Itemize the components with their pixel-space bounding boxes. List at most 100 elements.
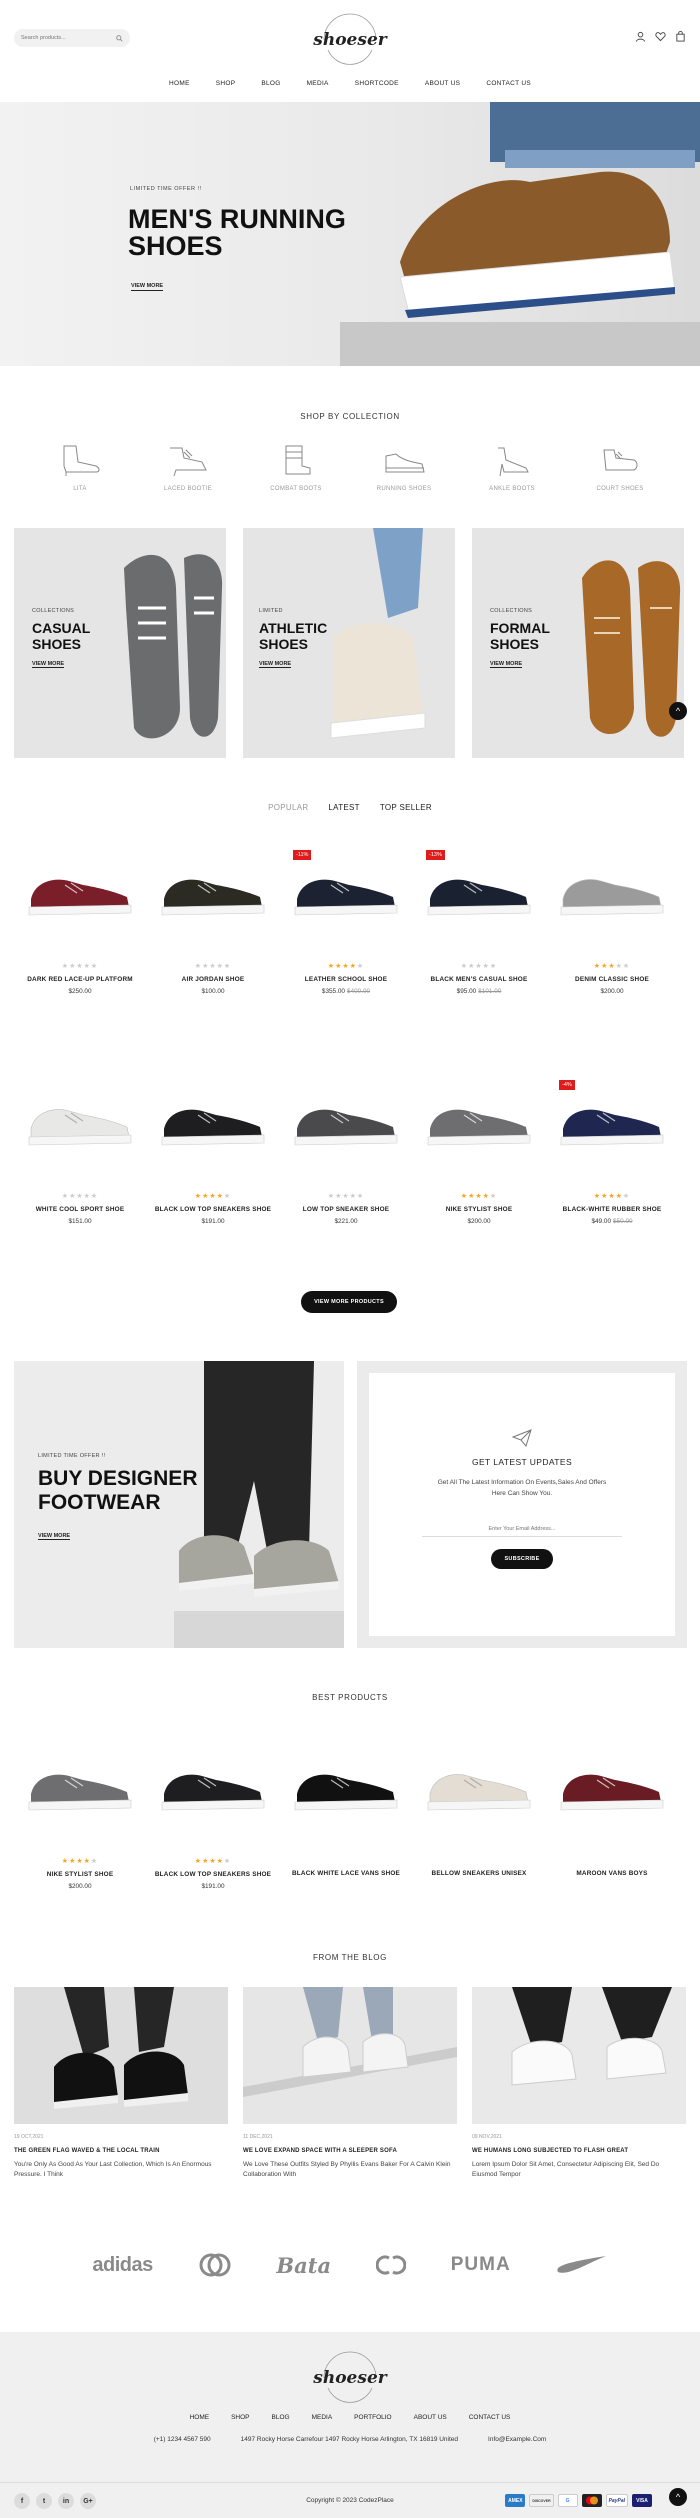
product-name[interactable]: LOW TOP SNEAKER SHOE: [303, 1206, 390, 1213]
best-product-card[interactable]: ★★★★★ NIKE STYLIST SHOE $200.00: [21, 1745, 139, 1890]
collection-item[interactable]: COMBAT BOOTS: [256, 444, 336, 492]
athletic-shoes-banner[interactable]: LIMITED ATHLETIC SHOES VIEW MORE: [243, 528, 455, 758]
product-image[interactable]: [553, 850, 671, 940]
product-image[interactable]: [154, 1080, 272, 1170]
subscribe-button[interactable]: SUBSCRIBE: [491, 1549, 553, 1569]
product-name[interactable]: DARK RED LACE-UP PLATFORM: [27, 976, 133, 983]
cart-icon[interactable]: [675, 31, 686, 42]
footer-email[interactable]: Info@Example.Com: [488, 2436, 546, 2443]
footer-logo[interactable]: shoeser: [313, 2348, 387, 2408]
footer-nav-media[interactable]: MEDIA: [312, 2414, 333, 2421]
brand-bata-logo[interactable]: Bata: [276, 2253, 331, 2278]
product-name[interactable]: AIR JORDAN SHOE: [182, 976, 245, 983]
product-card[interactable]: ★★★★★ DARK RED LACE-UP PLATFORM $250.00: [21, 850, 139, 995]
blog-post-title[interactable]: WE HUMANS LONG SUBJECTED TO FLASH GREAT: [472, 2148, 686, 2154]
best-product-card[interactable]: ★★★★★ BLACK LOW TOP SNEAKERS SHOE $191.0…: [154, 1745, 272, 1890]
casual-shoes-banner[interactable]: COLLECTIONS CASUAL SHOES VIEW MORE: [14, 528, 226, 758]
product-image[interactable]: -11%: [287, 850, 405, 940]
search-bar[interactable]: [14, 29, 130, 47]
brand-chanel-logo[interactable]: [375, 2254, 406, 2276]
brand-nike-logo[interactable]: [556, 2254, 608, 2276]
designer-view-more-link[interactable]: VIEW MORE: [38, 1533, 71, 1540]
blog-post-title[interactable]: THE GREEN FLAG WAVED & THE LOCAL TRAIN: [14, 2148, 228, 2154]
collection-item[interactable]: COURT SHOES: [580, 444, 660, 492]
blog-post[interactable]: 11 DEC,2021 WE LOVE EXPAND SPACE WITH A …: [243, 1987, 457, 2180]
nav-about[interactable]: ABOUT US: [425, 80, 461, 87]
blog-image[interactable]: [243, 1987, 457, 2124]
footer-nav-shop[interactable]: SHOP: [231, 2414, 249, 2421]
product-card[interactable]: ★★★★★ NIKE STYLIST SHOE $200.00: [420, 1080, 538, 1225]
product-image[interactable]: [420, 1745, 538, 1835]
product-name[interactable]: NIKE STYLIST SHOE: [446, 1206, 513, 1213]
footer-nav-home[interactable]: HOME: [190, 2414, 210, 2421]
product-image[interactable]: [553, 1745, 671, 1835]
product-card[interactable]: -11% ★★★★★ LEATHER SCHOOL SHOE $355.00 $4…: [287, 850, 405, 995]
product-image[interactable]: [154, 850, 272, 940]
product-name[interactable]: BLACK WHITE LACE VANS SHOE: [292, 1870, 400, 1877]
product-card[interactable]: ★★★★★ LOW TOP SNEAKER SHOE $221.00: [287, 1080, 405, 1225]
search-input[interactable]: [21, 35, 106, 41]
product-image[interactable]: -4%: [553, 1080, 671, 1170]
heart-icon[interactable]: [655, 31, 666, 42]
product-name[interactable]: BLACK MEN'S CASUAL SHOE: [431, 976, 528, 983]
product-name[interactable]: WHITE COOL SPORT SHOE: [36, 1206, 125, 1213]
product-name[interactable]: MAROON VANS BOYS: [576, 1870, 647, 1877]
nav-shop[interactable]: SHOP: [216, 80, 236, 87]
banner-view-more-link[interactable]: VIEW MORE: [32, 661, 65, 668]
product-image[interactable]: [21, 1745, 139, 1835]
product-name[interactable]: BLACK LOW TOP SNEAKERS SHOE: [155, 1871, 271, 1878]
tab-popular[interactable]: POPULAR: [268, 803, 308, 812]
collection-item[interactable]: RUNNING SHOES: [364, 444, 444, 492]
product-image[interactable]: [420, 1080, 538, 1170]
nav-blog[interactable]: BLOG: [261, 80, 280, 87]
nav-home[interactable]: HOME: [169, 80, 190, 87]
user-icon[interactable]: [635, 31, 646, 42]
product-card[interactable]: ★★★★★ DENIM CLASSIC SHOE $200.00: [553, 850, 671, 995]
collection-item[interactable]: LACED BOOTIE: [148, 444, 228, 492]
best-product-card[interactable]: BLACK WHITE LACE VANS SHOE: [287, 1745, 405, 1882]
product-image[interactable]: [21, 850, 139, 940]
product-card[interactable]: ★★★★★ WHITE COOL SPORT SHOE $151.00: [21, 1080, 139, 1225]
product-name[interactable]: BLACK LOW TOP SNEAKERS SHOE: [155, 1206, 271, 1213]
brand-adidas-logo[interactable]: adidas: [92, 2254, 153, 2277]
footer-nav-portfolio[interactable]: PORTFOLIO: [354, 2414, 391, 2421]
banner-view-more-link[interactable]: VIEW MORE: [490, 661, 523, 668]
tab-latest[interactable]: LATEST: [328, 803, 359, 812]
scroll-top-button[interactable]: ^: [669, 702, 687, 720]
view-more-products-button[interactable]: VIEW MORE PRODUCTS: [301, 1291, 397, 1313]
nav-contact[interactable]: CONTACT US: [486, 80, 531, 87]
product-card[interactable]: ★★★★★ AIR JORDAN SHOE $100.00: [154, 850, 272, 995]
brand-puma-logo[interactable]: PUMA: [451, 2254, 511, 2276]
newsletter-email-input[interactable]: [422, 1521, 622, 1537]
footer-nav-blog[interactable]: BLOG: [272, 2414, 290, 2421]
blog-post-title[interactable]: WE LOVE EXPAND SPACE WITH A SLEEPER SOFA: [243, 2148, 457, 2154]
product-image[interactable]: [287, 1080, 405, 1170]
footer-nav-about[interactable]: ABOUT US: [414, 2414, 447, 2421]
product-card[interactable]: -4% ★★★★★ BLACK-WHITE RUBBER SHOE $49.00…: [553, 1080, 671, 1225]
brand-gucci-logo[interactable]: [198, 2252, 232, 2278]
footer-phone[interactable]: (+1) 1234 4567 590: [154, 2436, 211, 2443]
product-name[interactable]: LEATHER SCHOOL SHOE: [305, 976, 387, 983]
formal-shoes-banner[interactable]: COLLECTIONS FORMAL SHOES VIEW MORE: [472, 528, 684, 758]
collection-item[interactable]: LITA: [40, 444, 120, 492]
product-name[interactable]: BELLOW SNEAKERS UNISEX: [432, 1870, 527, 1877]
best-product-card[interactable]: BELLOW SNEAKERS UNISEX: [420, 1745, 538, 1882]
product-name[interactable]: NIKE STYLIST SHOE: [47, 1871, 114, 1878]
product-image[interactable]: -13%: [420, 850, 538, 940]
product-image[interactable]: [287, 1745, 405, 1835]
product-card[interactable]: -13% ★★★★★ BLACK MEN'S CASUAL SHOE $95.0…: [420, 850, 538, 995]
footer-nav-contact[interactable]: CONTACT US: [469, 2414, 511, 2421]
banner-view-more-link[interactable]: VIEW MORE: [259, 661, 292, 668]
nav-shortcode[interactable]: SHORTCODE: [355, 80, 399, 87]
product-image[interactable]: [21, 1080, 139, 1170]
search-icon[interactable]: [116, 34, 123, 42]
site-logo[interactable]: shoeser: [313, 10, 387, 70]
blog-post[interactable]: 19 OCT,2021 THE GREEN FLAG WAVED & THE L…: [14, 1987, 228, 2180]
blog-post[interactable]: 09 NOV,2021 WE HUMANS LONG SUBJECTED TO …: [472, 1987, 686, 2180]
scroll-top-button-footer[interactable]: ^: [669, 2488, 687, 2506]
product-card[interactable]: ★★★★★ BLACK LOW TOP SNEAKERS SHOE $191.0…: [154, 1080, 272, 1225]
product-name[interactable]: BLACK-WHITE RUBBER SHOE: [563, 1206, 662, 1213]
nav-media[interactable]: MEDIA: [307, 80, 329, 87]
blog-image[interactable]: [472, 1987, 686, 2124]
best-product-card[interactable]: MAROON VANS BOYS: [553, 1745, 671, 1882]
